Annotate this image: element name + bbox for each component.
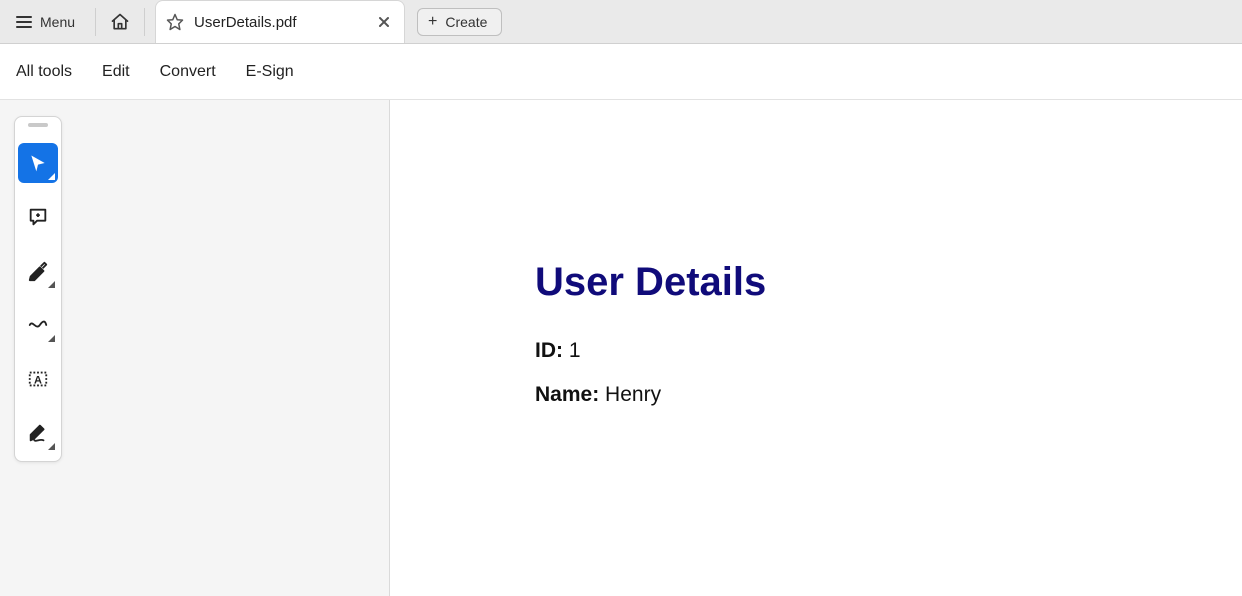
- freehand-icon: [27, 314, 49, 336]
- tool-palette: A: [14, 116, 62, 462]
- menu-esign[interactable]: E-Sign: [246, 63, 294, 81]
- star-icon[interactable]: [166, 13, 184, 31]
- separator: [144, 8, 145, 36]
- tools-menu-row: All tools Edit Convert E-Sign: [0, 44, 1242, 100]
- topbar: Menu UserDetails.pdf + Create: [0, 0, 1242, 44]
- document-tab[interactable]: UserDetails.pdf: [155, 0, 405, 43]
- separator: [95, 8, 96, 36]
- sign-tool[interactable]: [18, 413, 58, 453]
- menu-convert[interactable]: Convert: [160, 63, 216, 81]
- close-icon: [378, 16, 390, 28]
- document-title: User Details: [535, 260, 1242, 305]
- field-id-value: 1: [569, 339, 581, 362]
- menu-button[interactable]: Menu: [0, 0, 89, 43]
- create-button[interactable]: + Create: [417, 8, 502, 36]
- expand-corner-icon: [48, 173, 55, 180]
- field-id: ID: 1: [535, 339, 1242, 363]
- menu-all-tools[interactable]: All tools: [16, 63, 72, 81]
- side-gutter: A: [0, 100, 390, 596]
- textbox-icon: A: [27, 368, 49, 390]
- comment-icon: [27, 206, 49, 228]
- plus-icon: +: [428, 14, 437, 30]
- comment-tool[interactable]: [18, 197, 58, 237]
- field-name-label: Name:: [535, 383, 599, 406]
- highlight-tool[interactable]: [18, 251, 58, 291]
- menu-edit[interactable]: Edit: [102, 63, 130, 81]
- tab-title: UserDetails.pdf: [194, 14, 366, 31]
- close-tab-button[interactable]: [376, 14, 392, 30]
- field-name-value: Henry: [605, 383, 661, 406]
- select-tool[interactable]: [18, 143, 58, 183]
- menu-label: Menu: [40, 14, 75, 30]
- document-pane[interactable]: User Details ID: 1 Name: Henry: [390, 100, 1242, 596]
- document-content: User Details ID: 1 Name: Henry: [390, 100, 1242, 407]
- hamburger-icon: [16, 16, 32, 28]
- pen-icon: [27, 422, 49, 444]
- palette-grip[interactable]: [28, 123, 48, 127]
- home-icon: [110, 12, 130, 32]
- highlighter-icon: [27, 260, 49, 282]
- create-label: Create: [445, 14, 487, 30]
- cursor-icon: [28, 153, 48, 173]
- draw-tool[interactable]: [18, 305, 58, 345]
- svg-text:A: A: [34, 375, 42, 387]
- expand-corner-icon: [48, 443, 55, 450]
- expand-corner-icon: [48, 335, 55, 342]
- field-id-label: ID:: [535, 339, 563, 362]
- expand-corner-icon: [48, 281, 55, 288]
- textbox-tool[interactable]: A: [18, 359, 58, 399]
- main-area: A User Details ID: 1: [0, 100, 1242, 596]
- field-name: Name: Henry: [535, 383, 1242, 407]
- home-button[interactable]: [102, 0, 138, 43]
